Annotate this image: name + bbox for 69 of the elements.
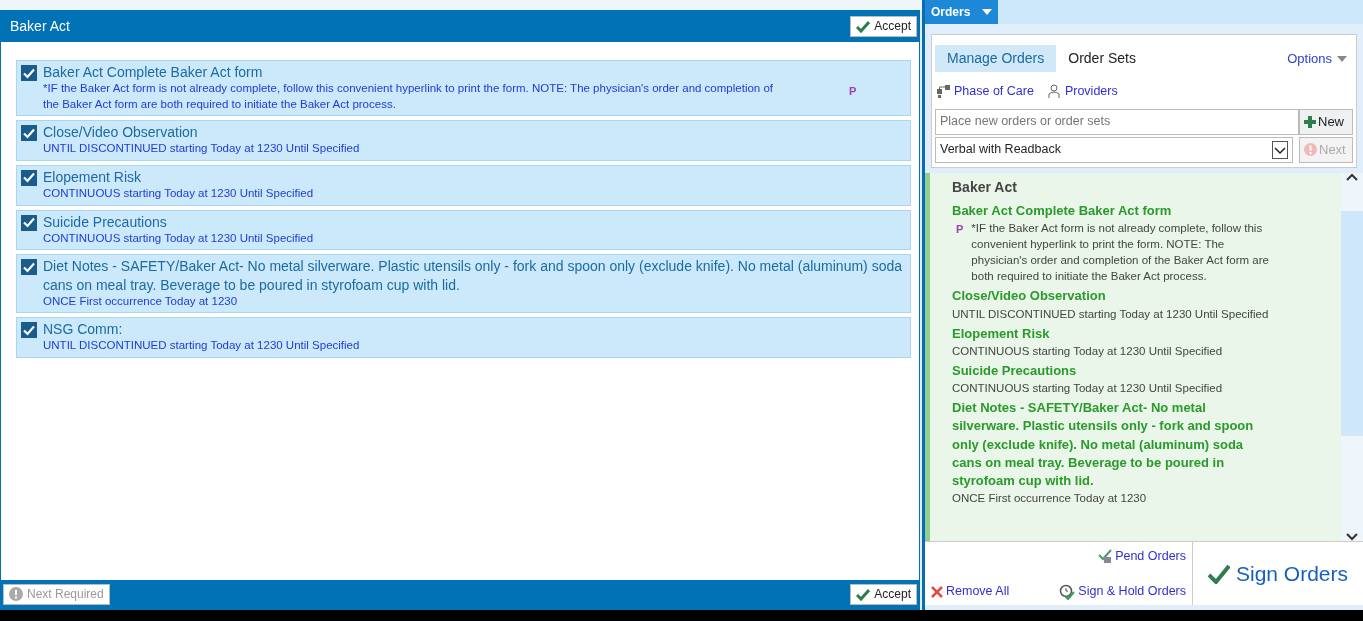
order-checkbox[interactable]: [21, 214, 37, 231]
order-title: Baker Act Complete Baker Act form: [43, 63, 264, 82]
order-checkbox[interactable]: [21, 125, 37, 142]
pend-orders-button[interactable]: Pend Orders: [1098, 547, 1186, 566]
order-checkbox[interactable]: [21, 322, 37, 339]
checkmark-icon: [1207, 563, 1230, 584]
checkmark-icon: [23, 324, 35, 336]
pend-icon: [1098, 549, 1113, 564]
flowchart-icon: [937, 84, 951, 99]
alert-icon: [1304, 143, 1317, 157]
scrollbar[interactable]: [1341, 172, 1363, 541]
order-detail: *IF the Baker Act form is not already complete, follow this convenient hyperlink to print the form. NOTE: The physician's order and completion of the Baker Act form are both required to initiate the Baker Act process.: [43, 81, 775, 112]
order-detail: UNTIL DISCONTINUED starting Today at 1230 Until Specified: [43, 338, 360, 354]
order-detail: CONTINUOUS starting Today at 1230 Until Specified: [43, 186, 314, 202]
plus-icon: [1304, 115, 1316, 128]
order-title: Diet Notes - SAFETY/Baker Act- No metal silverware. Plastic utensils only - fork and spoon only (exclude knife). No metal (aluminum) soda cans on meal tray. Beverage to be poured in styrofoam cup with lid.: [952, 399, 1255, 490]
checkmark-icon: [856, 20, 871, 33]
group-title: Baker Act: [952, 177, 1018, 197]
checkmark-icon: [23, 261, 35, 273]
alert-icon: [9, 587, 23, 602]
checkmark-icon: [23, 127, 35, 139]
link[interactable]: Providers: [1047, 82, 1118, 101]
accept-button[interactable]: Accept: [850, 584, 917, 605]
scroll-thumb[interactable]: [1341, 210, 1363, 436]
sign-hold-button[interactable]: Sign & Hold Orders: [1059, 582, 1186, 601]
accept-button[interactable]: Accept: [850, 16, 917, 37]
order-detail: CONTINUOUS starting Today at 1230 Until Specified: [43, 230, 314, 246]
order-title: Suicide Precautions: [952, 361, 1078, 380]
link[interactable]: Phase of Care: [937, 82, 1034, 101]
panel-tab[interactable]: Order Sets: [1056, 45, 1148, 72]
order-title: Elopement Risk: [43, 167, 143, 187]
new-button[interactable]: New: [1299, 108, 1353, 135]
pend-flag-label: P: [849, 84, 857, 99]
dialog-title: Baker Act: [10, 17, 70, 36]
order-checkbox[interactable]: [21, 65, 37, 81]
close-icon: [931, 585, 943, 598]
scroll-up-icon: [1346, 172, 1358, 181]
order-detail: CONTINUOUS starting Today at 1230 Until Specified: [952, 343, 1224, 359]
dropdown-icon: [1337, 55, 1347, 62]
order-detail: ONCE First occurrence Today at 1230: [43, 293, 239, 309]
order-title: Close/Video Observation: [43, 123, 199, 142]
order-title: Close/Video Observation: [952, 287, 1107, 306]
panel-tab[interactable]: Manage Orders: [935, 45, 1057, 72]
checkmark-icon: [23, 67, 35, 79]
order-search-field[interactable]: Place new orders or order sets: [935, 108, 1299, 135]
order-title: Diet Notes - SAFETY/Baker Act- No metal silverware. Plastic utensils only - fork and spoon only (exclude knife). No metal (aluminum) soda cans on meal tray. Beverage to be poured in styrofoam cup with lid.: [43, 257, 903, 294]
order-title: Elopement Risk: [952, 324, 1051, 343]
order-title: Suicide Precautions: [43, 212, 168, 231]
clock-check-icon: [1059, 583, 1076, 600]
checkmark-icon: [856, 588, 871, 601]
order-mode-select[interactable]: Verbal with Readback: [935, 136, 1293, 163]
options-menu[interactable]: Options: [1287, 48, 1347, 69]
order-title: NSG Comm:: [43, 320, 124, 339]
dropdown-icon: [1272, 140, 1288, 159]
order-detail: CONTINUOUS starting Today at 1230 Until Specified: [952, 381, 1224, 397]
person-icon: [1047, 84, 1062, 99]
order-detail: UNTIL DISCONTINUED starting Today at 1230 Until Specified: [952, 306, 1270, 322]
order-detail: *IF the Baker Act form is not already complete, follow this convenient hyperlink to print the form. NOTE: The physician's order and completion of the Baker Act form are both required to initiate the Baker Act process.: [971, 220, 1270, 285]
order-title: Baker Act Complete Baker Act form: [952, 201, 1173, 220]
order-detail: UNTIL DISCONTINUED starting Today at 1230 Until Specified: [43, 141, 360, 157]
order-detail: ONCE First occurrence Today at 1230: [952, 491, 1148, 507]
checkmark-icon: [23, 217, 35, 229]
order-checkbox[interactable]: [21, 169, 37, 186]
pend-flag-label: P: [956, 221, 964, 237]
scroll-down-icon: [1346, 533, 1358, 541]
remove-all-button[interactable]: Remove All: [931, 582, 1010, 601]
checkmark-icon: [23, 172, 35, 184]
order-checkbox[interactable]: [21, 259, 37, 276]
orders-tab[interactable]: Orders: [925, 0, 999, 24]
